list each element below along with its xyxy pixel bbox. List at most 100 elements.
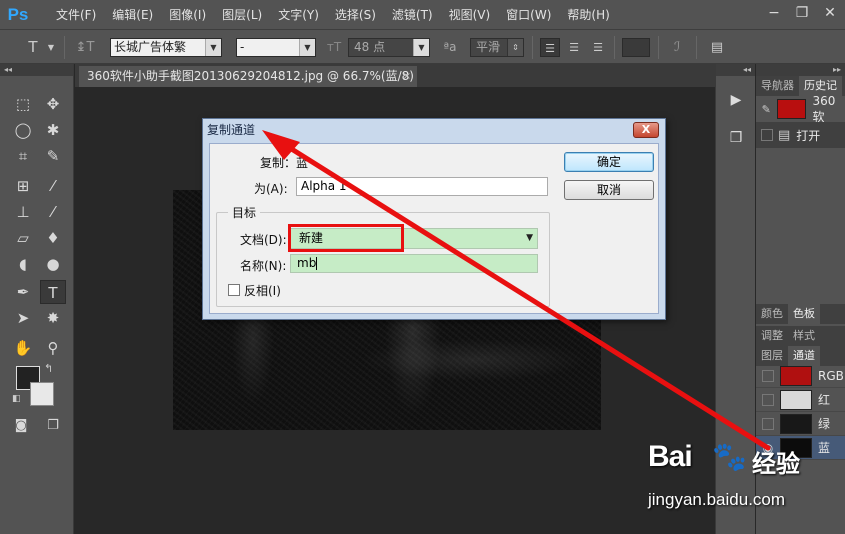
pen-icon[interactable]: ✒ bbox=[10, 280, 36, 304]
menu-items: 文件(F) 编辑(E) 图像(I) 图层(L) 文字(Y) 选择(S) 滤镜(T… bbox=[48, 6, 618, 23]
antialias-value: 平滑 bbox=[476, 40, 501, 54]
text-orientation-icon[interactable]: ↨T bbox=[74, 38, 96, 57]
text-color-swatch[interactable] bbox=[622, 38, 650, 57]
history-brush-icon[interactable]: ⁄ bbox=[40, 200, 66, 224]
menu-filter[interactable]: 滤镜(T) bbox=[384, 6, 441, 23]
antialias-select[interactable]: 平滑 ⇕ bbox=[470, 38, 524, 57]
warp-text-icon[interactable]: ℐ bbox=[666, 38, 688, 57]
dialog-close-button[interactable]: X bbox=[633, 122, 659, 138]
eyedropper-icon[interactable]: ✎ bbox=[40, 144, 66, 168]
channel-label: 红 bbox=[818, 393, 831, 407]
background-color-swatch[interactable] bbox=[30, 382, 54, 406]
dock-collapse-icon[interactable]: ◂◂ bbox=[716, 64, 755, 76]
visibility-toggle[interactable] bbox=[762, 417, 774, 430]
crop-icon[interactable]: ⌗ bbox=[10, 144, 36, 168]
lasso-icon[interactable]: ◯ bbox=[10, 118, 36, 142]
menu-view[interactable]: 视图(V) bbox=[441, 6, 499, 23]
font-style-value: - bbox=[240, 40, 245, 54]
history-checkbox[interactable] bbox=[761, 129, 773, 141]
watermark-text: 经验 bbox=[752, 450, 800, 478]
minimize-icon[interactable]: − bbox=[765, 4, 783, 22]
chevron-updown-icon: ⇕ bbox=[507, 39, 523, 56]
tab-channels[interactable]: 通道 bbox=[788, 346, 820, 366]
dialog-titlebar[interactable]: 复制通道 bbox=[203, 119, 665, 141]
align-left-icon[interactable]: ☰ bbox=[540, 38, 560, 57]
restore-icon[interactable]: ❐ bbox=[793, 4, 811, 22]
3d-cube-icon[interactable]: ❒ bbox=[724, 126, 748, 150]
hand-icon[interactable]: ✋ bbox=[10, 336, 36, 360]
tab-color[interactable]: 颜色 bbox=[756, 304, 788, 324]
tab-adjustments[interactable]: 调整 bbox=[756, 326, 788, 346]
name-input[interactable]: mb bbox=[290, 254, 538, 273]
visibility-toggle[interactable] bbox=[762, 393, 774, 406]
character-panel-icon[interactable]: ▤ bbox=[706, 38, 728, 57]
close-window-icon[interactable]: ✕ bbox=[821, 4, 839, 22]
text-tool-preset-icon[interactable]: T bbox=[24, 38, 42, 57]
channel-row-red[interactable]: 红 bbox=[756, 388, 845, 412]
baidu-jingyan-watermark: Bai 🐾 经验 jingyan.baidu.com bbox=[648, 440, 838, 520]
channel-row-rgb[interactable]: RGB bbox=[756, 364, 845, 388]
channel-thumbnail bbox=[780, 413, 812, 434]
tab-layers[interactable]: 图层 bbox=[756, 346, 788, 366]
marquee-icon[interactable]: ⬚ bbox=[10, 92, 36, 116]
swap-colors-icon[interactable]: ↰ bbox=[44, 362, 53, 375]
dialog-body: 复制： 蓝 为(A): Alpha 1 目标 文档(D): 新建 ▼ 名称(N)… bbox=[209, 143, 659, 314]
visibility-toggle[interactable] bbox=[762, 369, 774, 382]
path-selection-icon[interactable]: ➤ bbox=[10, 306, 36, 330]
tab-swatches[interactable]: 色板 bbox=[788, 304, 820, 324]
invert-checkbox[interactable] bbox=[228, 284, 240, 296]
document-icon: ▤ bbox=[778, 127, 791, 143]
invert-label: 反相(I) bbox=[244, 284, 281, 298]
custom-shape-icon[interactable]: ✸ bbox=[40, 306, 66, 330]
channel-row-green[interactable]: 绿 bbox=[756, 412, 845, 436]
menu-type[interactable]: 文字(Y) bbox=[270, 6, 327, 23]
ok-button[interactable]: 确定 bbox=[564, 152, 654, 172]
paint-bucket-icon[interactable]: ♦ bbox=[40, 226, 66, 250]
font-size-select[interactable]: 48 点 ▼ bbox=[348, 38, 430, 57]
zoom-icon[interactable]: ⚲ bbox=[40, 336, 66, 360]
dodge-icon[interactable]: ● bbox=[40, 252, 66, 276]
tab-styles[interactable]: 样式 bbox=[788, 326, 820, 346]
menu-help[interactable]: 帮助(H) bbox=[559, 6, 617, 23]
menu-layer[interactable]: 图层(L) bbox=[214, 6, 270, 23]
play-icon[interactable]: ▶ bbox=[724, 88, 748, 112]
screen-mode-icon[interactable]: ❐ bbox=[40, 414, 66, 438]
name-label: 名称(N): bbox=[240, 259, 287, 273]
eraser-icon[interactable]: ▱ bbox=[10, 226, 36, 250]
tab-navigator[interactable]: 导航器 bbox=[756, 76, 799, 96]
quick-mask-icon[interactable]: ◙ bbox=[8, 414, 34, 438]
menu-image[interactable]: 图像(I) bbox=[161, 6, 214, 23]
align-center-icon[interactable]: ☰ bbox=[564, 38, 584, 57]
default-colors-icon[interactable]: ◧ bbox=[12, 394, 21, 404]
as-input[interactable]: Alpha 1 bbox=[296, 177, 548, 196]
blur-icon[interactable]: ◖ bbox=[10, 252, 36, 276]
move-icon[interactable]: ✥ bbox=[40, 92, 66, 116]
font-style-select[interactable]: - ▼ bbox=[236, 38, 316, 57]
menu-window[interactable]: 窗口(W) bbox=[498, 6, 559, 23]
chevron-down-icon: ▼ bbox=[526, 233, 533, 243]
magic-wand-icon[interactable]: ✱ bbox=[40, 118, 66, 142]
document-tab[interactable]: 360软件小助手截图20130629204812.jpg @ 66.7%(蓝/8… bbox=[79, 66, 417, 87]
brush-icon[interactable]: ⁄ bbox=[40, 174, 66, 198]
channel-label: RGB bbox=[818, 368, 844, 383]
panels-collapse-icon[interactable]: ▸▸ bbox=[756, 64, 845, 76]
menu-file[interactable]: 文件(F) bbox=[48, 6, 104, 23]
history-item[interactable]: ▤ 打开 bbox=[756, 122, 845, 148]
type-tool-icon[interactable]: T bbox=[40, 280, 66, 304]
chevron-down-icon: ▼ bbox=[205, 39, 221, 56]
align-right-icon[interactable]: ☰ bbox=[588, 38, 608, 57]
chevron-down-icon: ▼ bbox=[413, 39, 429, 56]
clone-stamp-icon[interactable]: ⊥ bbox=[10, 200, 36, 224]
cancel-button[interactable]: 取消 bbox=[564, 180, 654, 200]
tools-panel-header[interactable]: ◂◂ bbox=[0, 64, 73, 76]
healing-brush-icon[interactable]: ⊞ bbox=[10, 174, 36, 198]
menu-select[interactable]: 选择(S) bbox=[327, 6, 384, 23]
font-family-select[interactable]: 长城广告体繁 ▼ bbox=[110, 38, 222, 57]
history-item[interactable]: ✎ 360软 bbox=[756, 94, 845, 124]
document-title: 360软件小助手截图20130629204812.jpg @ 66.7%(蓝/8… bbox=[87, 69, 414, 83]
menu-edit[interactable]: 编辑(E) bbox=[104, 6, 161, 23]
close-icon[interactable]: × bbox=[403, 66, 411, 87]
preset-dropdown-icon[interactable]: ▼ bbox=[46, 38, 56, 57]
document-label: 文档(D): bbox=[240, 233, 287, 247]
history-brush-source-icon: ✎ bbox=[761, 102, 771, 116]
